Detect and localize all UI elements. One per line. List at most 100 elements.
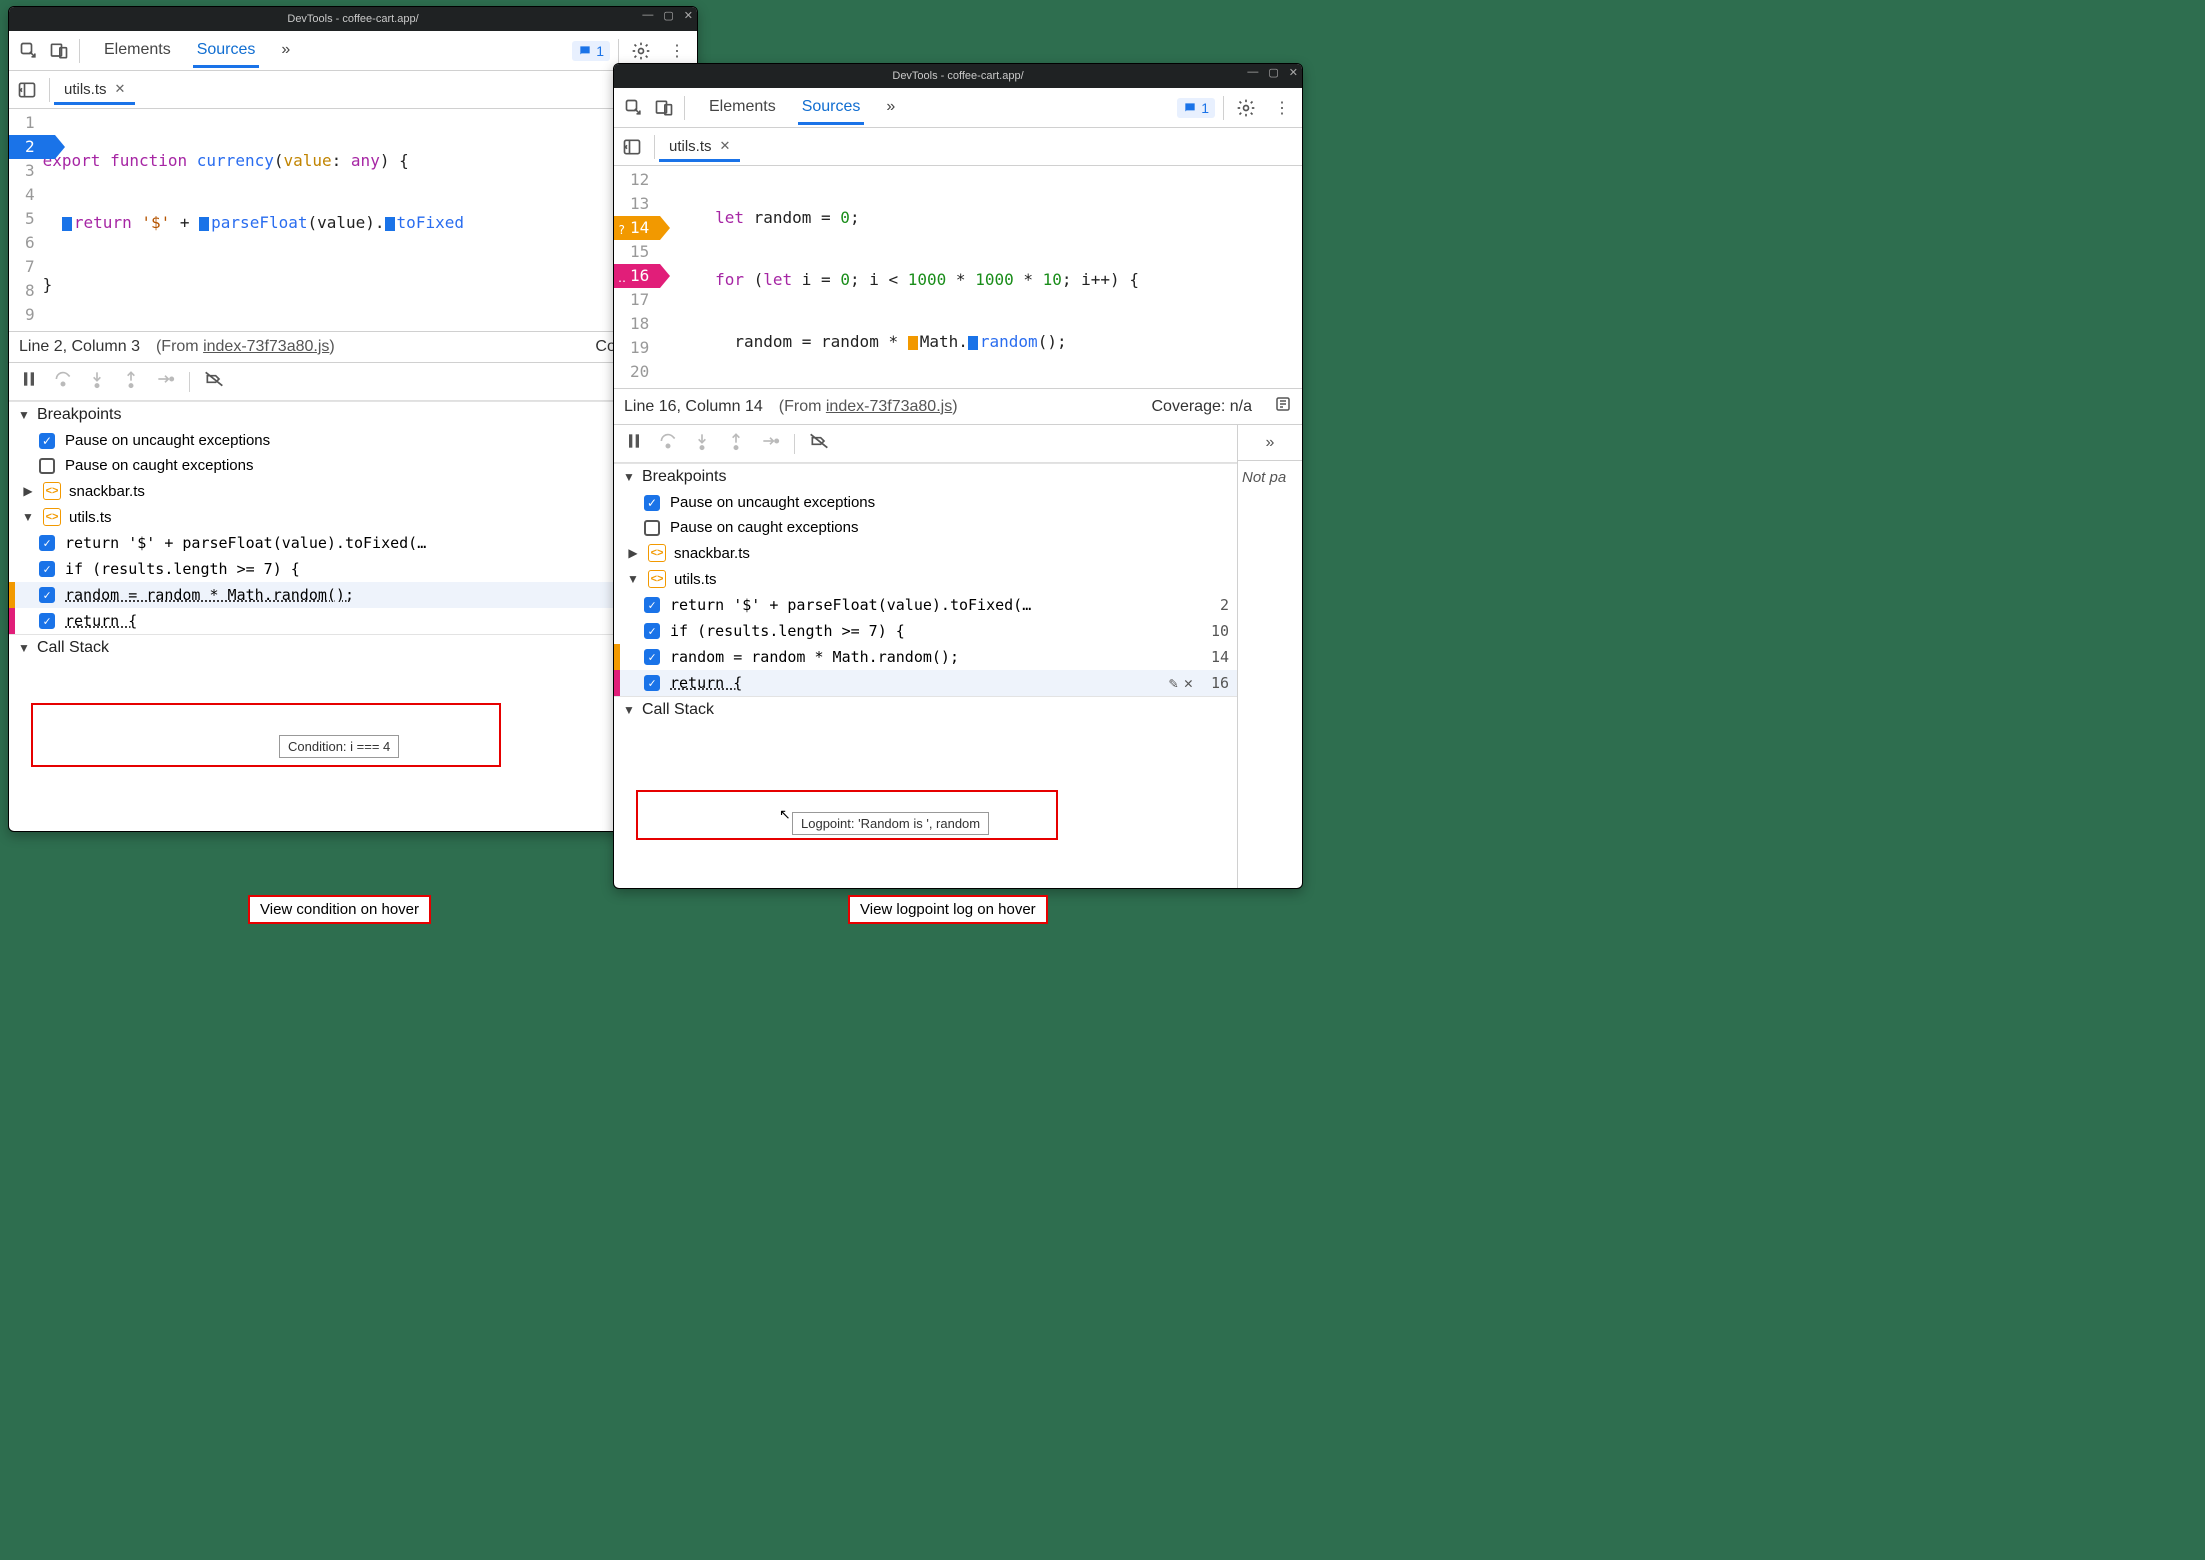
chevron-down-icon: ▼ <box>622 470 636 484</box>
maximize-icon[interactable]: ▢ <box>663 9 673 22</box>
bp-item[interactable]: ✓ return { 16 <box>9 608 697 634</box>
checkbox-on-icon[interactable]: ✓ <box>644 597 660 613</box>
file-tab-utils[interactable]: utils.ts ✕ <box>54 75 135 105</box>
inspect-icon[interactable] <box>15 37 43 65</box>
kebab-icon[interactable]: ⋮ <box>663 37 691 65</box>
condition-tooltip: Condition: i === 4 <box>279 735 399 758</box>
tab-close-icon[interactable]: ✕ <box>115 81 126 97</box>
maximize-icon[interactable]: ▢ <box>1268 66 1278 79</box>
code-editor[interactable]: 12 13 ?14 15 ‥16 17 18 19 20 let random … <box>614 166 1302 388</box>
main-toolbar: Elements Sources » 1 ⋮ <box>614 88 1302 128</box>
settings-icon[interactable] <box>1232 94 1260 122</box>
window-controls: — ▢ ✕ <box>1247 66 1298 79</box>
window-controls: — ▢ ✕ <box>642 9 693 22</box>
close-icon[interactable]: ✕ <box>1289 66 1298 79</box>
pause-caught-row[interactable]: Pause on caught exceptions <box>9 453 697 478</box>
checkbox-on-icon[interactable]: ✓ <box>644 623 660 639</box>
navigator-toggle-icon[interactable] <box>618 133 646 161</box>
tab-more[interactable]: » <box>277 33 294 68</box>
close-icon[interactable]: ✕ <box>684 9 693 22</box>
bp-item[interactable]: ✓ return '$' + parseFloat(value).toFixed… <box>9 530 697 556</box>
line-gutter: 12 13 ?14 15 ‥16 17 18 19 20 <box>614 166 657 388</box>
checkbox-on-icon[interactable]: ✓ <box>39 433 55 449</box>
issues-badge[interactable]: 1 <box>572 41 610 61</box>
expand-pane-icon[interactable]: » <box>1238 425 1302 461</box>
coverage-reload-icon[interactable] <box>1274 395 1292 418</box>
breakpoints-header[interactable]: ▼ Breakpoints <box>9 401 697 428</box>
kebab-icon[interactable]: ⋮ <box>1268 94 1296 122</box>
remove-icon[interactable]: ✕ <box>1184 674 1193 692</box>
file-tab-strip: utils.ts ✕ <box>9 71 697 109</box>
step-icon[interactable] <box>760 431 780 456</box>
panel-tabs: Elements Sources » <box>100 33 294 68</box>
editor-status: Line 16, Column 14 (From index-73f73a80.… <box>614 388 1302 425</box>
checkbox-on-icon[interactable]: ✓ <box>644 649 660 665</box>
step-over-icon[interactable] <box>658 431 678 456</box>
checkbox-on-icon[interactable]: ✓ <box>644 495 660 511</box>
window-title: DevTools - coffee-cart.app/ <box>892 70 1023 82</box>
code-editor[interactable]: 1 2 3 4 5 6 7 8 9 export function curren… <box>9 109 697 331</box>
bp-item[interactable]: ✓ random = random * Math.random(); 14 <box>614 644 1237 670</box>
bp-file-utils[interactable]: ▼ <> utils.ts <box>9 504 697 530</box>
chevron-down-icon: ▼ <box>622 703 636 717</box>
device-icon[interactable] <box>650 94 678 122</box>
device-icon[interactable] <box>45 37 73 65</box>
ts-file-icon: <> <box>648 544 666 562</box>
step-out-icon[interactable] <box>726 431 746 456</box>
step-over-icon[interactable] <box>53 369 73 394</box>
bp-file-snackbar[interactable]: ▶ <> snackbar.ts <box>614 540 1237 566</box>
tab-sources[interactable]: Sources <box>193 33 260 68</box>
bp-item-hovered[interactable]: ✓ return { ✎ ✕ 16 <box>614 670 1237 696</box>
chevron-down-icon: ▼ <box>17 408 31 422</box>
deactivate-breakpoints-icon[interactable] <box>809 431 829 456</box>
toolbar-right: 1 ⋮ <box>572 37 691 65</box>
file-tab-utils[interactable]: utils.ts ✕ <box>659 132 740 162</box>
minimize-icon[interactable]: — <box>642 9 653 22</box>
bp-item[interactable]: ✓ if (results.length >= 7) { 10 <box>614 618 1237 644</box>
checkbox-off-icon[interactable] <box>39 458 55 474</box>
tab-more[interactable]: » <box>882 90 899 125</box>
pause-icon[interactable] <box>624 431 644 456</box>
edit-icon[interactable]: ✎ <box>1169 674 1178 692</box>
navigator-toggle-icon[interactable] <box>13 76 41 104</box>
minimize-icon[interactable]: — <box>1247 66 1258 79</box>
tab-sources[interactable]: Sources <box>798 90 865 125</box>
step-into-icon[interactable] <box>87 369 107 394</box>
deactivate-breakpoints-icon[interactable] <box>204 369 224 394</box>
chevron-down-icon: ▼ <box>17 641 31 655</box>
caption-right: View logpoint log on hover <box>848 895 1048 924</box>
checkbox-on-icon[interactable]: ✓ <box>39 587 55 603</box>
pause-icon[interactable] <box>19 369 39 394</box>
inspect-icon[interactable] <box>620 94 648 122</box>
step-out-icon[interactable] <box>121 369 141 394</box>
breakpoints-header[interactable]: ▼ Breakpoints <box>614 463 1237 490</box>
pause-uncaught-row[interactable]: ✓ Pause on uncaught exceptions <box>9 428 697 453</box>
checkbox-off-icon[interactable] <box>644 520 660 536</box>
source-map-from: (From index-73f73a80.js) <box>779 398 958 416</box>
bp-file-snackbar[interactable]: ▶ <> snackbar.ts <box>9 478 697 504</box>
pause-uncaught-row[interactable]: ✓ Pause on uncaught exceptions <box>614 490 1237 515</box>
step-into-icon[interactable] <box>692 431 712 456</box>
checkbox-on-icon[interactable]: ✓ <box>644 675 660 691</box>
logpoint-tooltip: Logpoint: 'Random is ', random <box>792 812 989 835</box>
tab-elements[interactable]: Elements <box>100 33 175 68</box>
callstack-header[interactable]: ▼ Call Stack <box>614 696 1237 723</box>
bp-item-hovered[interactable]: ✓ random = random * Math.random(); ✎ ✕ 1… <box>9 582 697 608</box>
checkbox-on-icon[interactable]: ✓ <box>39 613 55 629</box>
debugger-toolbar <box>614 425 1237 463</box>
callstack-header[interactable]: ▼ Call Stack <box>9 634 697 661</box>
bp-item[interactable]: ✓ if (results.length >= 7) { 10 <box>9 556 697 582</box>
ts-file-icon: <> <box>43 508 61 526</box>
tab-close-icon[interactable]: ✕ <box>720 138 731 154</box>
step-icon[interactable] <box>155 369 175 394</box>
tab-elements[interactable]: Elements <box>705 90 780 125</box>
devtools-window-2: DevTools - coffee-cart.app/ — ▢ ✕ Elemen… <box>613 63 1303 889</box>
bp-item[interactable]: ✓ return '$' + parseFloat(value).toFixed… <box>614 592 1237 618</box>
file-tab-strip: utils.ts ✕ <box>614 128 1302 166</box>
checkbox-on-icon[interactable]: ✓ <box>39 561 55 577</box>
checkbox-on-icon[interactable]: ✓ <box>39 535 55 551</box>
pause-caught-row[interactable]: Pause on caught exceptions <box>614 515 1237 540</box>
settings-icon[interactable] <box>627 37 655 65</box>
bp-file-utils[interactable]: ▼ <> utils.ts <box>614 566 1237 592</box>
issues-badge[interactable]: 1 <box>1177 98 1215 118</box>
